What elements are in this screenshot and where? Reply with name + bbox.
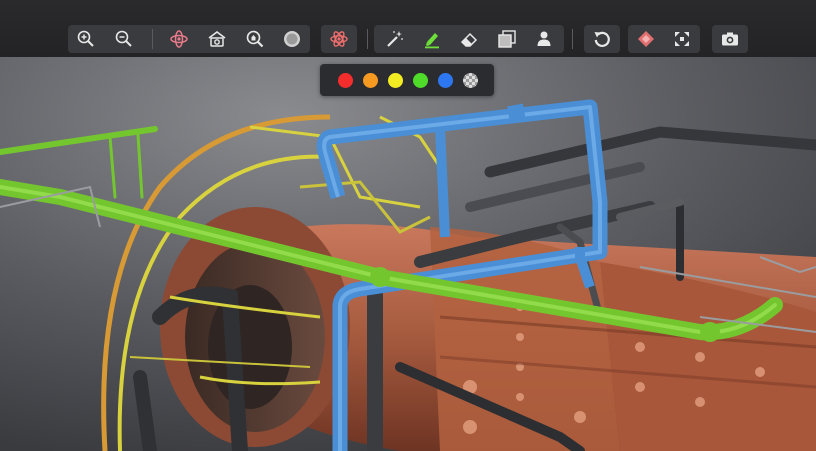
3d-viewport[interactable] (0, 57, 816, 451)
highlight-color-palette (320, 64, 494, 96)
orbit-icon (170, 30, 188, 48)
diamond-icon (638, 31, 654, 47)
undo-icon (594, 31, 610, 47)
screenshot-button[interactable] (716, 25, 744, 53)
person-icon (537, 31, 551, 46)
zoom-in-icon (77, 30, 94, 47)
magic-wand-button[interactable] (381, 25, 409, 53)
atom-icon (330, 31, 348, 47)
color-swatch-yellow[interactable] (388, 73, 403, 88)
zoom-out-icon (115, 30, 132, 47)
color-swatch-red[interactable] (338, 73, 353, 88)
xray-box-icon (498, 30, 516, 48)
highlighter-icon (425, 33, 439, 49)
eraser-button[interactable] (455, 25, 483, 53)
parts-button[interactable] (632, 25, 660, 53)
viewer-app (0, 0, 816, 451)
toolbar-divider (572, 29, 573, 49)
toolbar-divider (367, 29, 368, 49)
render-mode-button[interactable] (278, 25, 306, 53)
reset-button[interactable] (588, 25, 616, 53)
circle-icon (284, 31, 300, 47)
color-swatch-transparent[interactable] (463, 73, 478, 88)
eraser-icon (460, 32, 478, 47)
zoom-in-button[interactable] (72, 25, 100, 53)
color-swatch-blue[interactable] (438, 73, 453, 88)
camera-icon (722, 32, 738, 46)
person-button[interactable] (530, 25, 558, 53)
color-swatch-orange[interactable] (363, 73, 378, 88)
zoom-out-button[interactable] (110, 25, 138, 53)
highlighter-button[interactable] (418, 25, 446, 53)
color-swatch-green[interactable] (413, 73, 428, 88)
top-toolbar (0, 0, 816, 57)
zoom-fit-icon (246, 30, 264, 48)
home-camera-icon (208, 31, 226, 47)
magic-wand-icon (387, 31, 403, 47)
fullscreen-icon (675, 32, 689, 46)
orbit-button[interactable] (165, 25, 193, 53)
gas-turbine-model (0, 57, 816, 451)
fullscreen-button[interactable] (668, 25, 696, 53)
home-view-button[interactable] (203, 25, 231, 53)
xray-button[interactable] (493, 25, 521, 53)
toolbar-divider (152, 29, 153, 49)
zoom-to-fit-button[interactable] (241, 25, 269, 53)
explode-button[interactable] (325, 25, 353, 53)
